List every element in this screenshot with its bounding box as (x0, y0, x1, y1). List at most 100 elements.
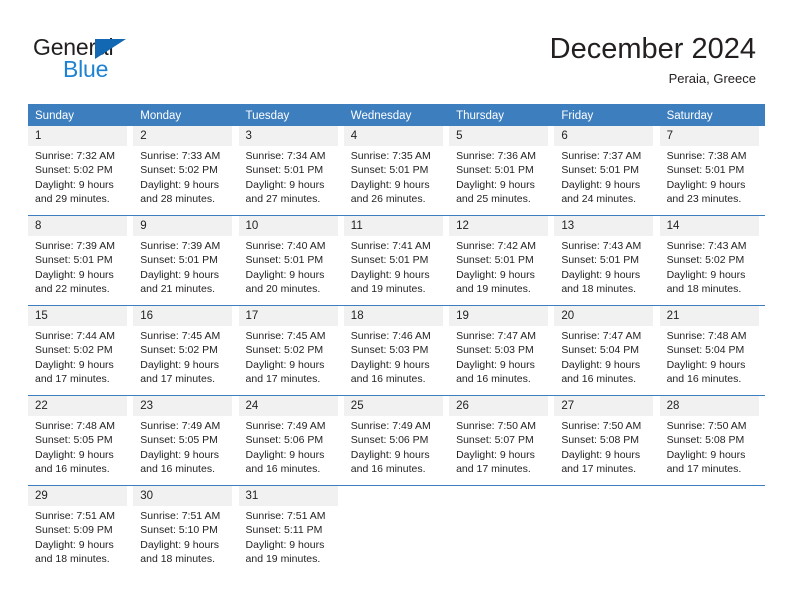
sunrise-time: Sunrise: 7:47 AM (561, 330, 642, 342)
calendar-day-cell[interactable]: 20 Sunrise: 7:47 AM Sunset: 5:04 PM Dayligh… (554, 305, 660, 395)
calendar-day-cell[interactable]: 31 Sunrise: 7:51 AM Sunset: 5:11 PM Dayligh… (238, 485, 344, 575)
calendar-day-cell[interactable]: 8 Sunrise: 7:39 AM Sunset: 5:01 PM Daylight… (28, 215, 134, 305)
day-number: 21 (659, 306, 759, 326)
day-number: 22 (28, 396, 127, 416)
calendar-day-cell[interactable]: 23 Sunrise: 7:49 AM Sunset: 5:05 PM Dayligh… (133, 395, 239, 485)
calendar-day-cell[interactable]: 3 Sunrise: 7:34 AM Sunset: 5:01 PM Daylight… (238, 125, 344, 215)
calendar-day-cell[interactable]: 5 Sunrise: 7:36 AM Sunset: 5:01 PM Daylight… (449, 125, 555, 215)
calendar-day-cell[interactable]: 4 Sunrise: 7:35 AM Sunset: 5:01 PM Daylight… (343, 125, 450, 215)
sunset-time: Sunset: 5:01 PM (35, 254, 113, 267)
calendar-day-cell[interactable]: 24 Sunrise: 7:49 AM Sunset: 5:06 PM Dayligh… (238, 395, 344, 485)
daylight-duration-line2: and 29 minutes. (35, 192, 110, 205)
calendar-day-cell[interactable]: 1 Sunrise: 7:32 AM Sunset: 5:02 PM Daylight… (28, 125, 134, 215)
day-number: 2 (133, 126, 233, 146)
calendar-day-cell[interactable]: 21 Sunrise: 7:48 AM Sunset: 5:04 PM Dayligh… (659, 305, 765, 395)
sunrise-time: Sunrise: 7:46 AM (350, 330, 431, 342)
daylight-duration-line2: and 16 minutes. (350, 462, 426, 475)
day-number: 20 (554, 306, 654, 326)
day-cell-inner: 14 Sunrise: 7:43 AM Sunset: 5:02 PM Dayligh… (659, 216, 759, 296)
day-cell-inner: 3 Sunrise: 7:34 AM Sunset: 5:01 PM Daylight… (238, 126, 338, 206)
day-sun-info: Sunrise: 7:39 AM Sunset: 5:01 PM Daylight:… (133, 236, 232, 296)
calendar-day-cell[interactable]: 19 Sunrise: 7:47 AM Sunset: 5:03 PM Dayligh… (449, 305, 555, 395)
day-cell-inner: 15 Sunrise: 7:44 AM Sunset: 5:02 PM Dayligh… (28, 306, 127, 386)
calendar-week-row: 15 Sunrise: 7:44 AM Sunset: 5:02 PM Dayligh… (28, 305, 765, 395)
calendar-day-cell[interactable]: 2 Sunrise: 7:33 AM Sunset: 5:02 PM Daylight… (133, 125, 239, 215)
calendar-day-cell[interactable]: 9 Sunrise: 7:39 AM Sunset: 5:01 PM Daylight… (133, 215, 239, 305)
calendar-week-row: 8 Sunrise: 7:39 AM Sunset: 5:01 PM Daylight… (28, 215, 765, 305)
daylight-duration-line1: Daylight: 9 hours (561, 448, 641, 461)
day-cell-inner: 5 Sunrise: 7:36 AM Sunset: 5:01 PM Daylight… (449, 126, 549, 206)
day-number: 31 (238, 486, 338, 506)
weekday-header-friday: Friday (554, 104, 660, 125)
daylight-duration-line1: Daylight: 9 hours (456, 178, 535, 191)
calendar-day-cell[interactable]: 16 Sunrise: 7:45 AM Sunset: 5:02 PM Dayligh… (133, 305, 239, 395)
day-sun-info: Sunrise: 7:49 AM Sunset: 5:06 PM Daylight:… (239, 416, 338, 476)
daylight-duration-line2: and 19 minutes. (456, 282, 531, 295)
daylight-duration-line2: and 17 minutes. (666, 462, 742, 475)
day-number: 13 (554, 216, 654, 236)
calendar-day-cell[interactable]: 22 Sunrise: 7:48 AM Sunset: 5:05 PM Dayligh… (28, 395, 134, 485)
day-sun-info: Sunrise: 7:43 AM Sunset: 5:01 PM Daylight:… (554, 236, 653, 296)
calendar-day-cell[interactable]: 28 Sunrise: 7:50 AM Sunset: 5:08 PM Dayligh… (659, 395, 765, 485)
day-cell-inner: 7 Sunrise: 7:38 AM Sunset: 5:01 PM Daylight… (659, 126, 759, 206)
day-sun-info: Sunrise: 7:47 AM Sunset: 5:03 PM Daylight:… (449, 326, 548, 386)
daylight-duration-line2: and 16 minutes. (35, 462, 110, 475)
calendar-day-cell[interactable]: 14 Sunrise: 7:43 AM Sunset: 5:02 PM Dayligh… (659, 215, 765, 305)
sunrise-time: Sunrise: 7:51 AM (140, 510, 221, 522)
daylight-duration-line1: Daylight: 9 hours (35, 448, 114, 461)
general-blue-logo[interactable]: General Blue (33, 34, 213, 86)
daylight-duration-line1: Daylight: 9 hours (456, 448, 535, 461)
sunset-time: Sunset: 5:10 PM (140, 524, 218, 537)
masthead: General Blue December 2024 Peraia, Greec… (0, 0, 792, 100)
sunrise-time: Sunrise: 7:49 AM (140, 420, 221, 432)
sunset-time: Sunset: 5:01 PM (350, 254, 429, 267)
daylight-duration-line2: and 18 minutes. (140, 552, 215, 565)
daylight-duration-line2: and 16 minutes. (666, 372, 742, 385)
calendar-day-cell[interactable]: 29 Sunrise: 7:51 AM Sunset: 5:09 PM Dayligh… (28, 485, 134, 575)
day-number: 17 (238, 306, 338, 326)
daylight-duration-line1: Daylight: 9 hours (245, 178, 325, 191)
sunset-time: Sunset: 5:02 PM (245, 344, 324, 357)
sunrise-time: Sunrise: 7:47 AM (456, 330, 537, 342)
daylight-duration-line1: Daylight: 9 hours (561, 358, 641, 371)
day-sun-info: Sunrise: 7:36 AM Sunset: 5:01 PM Daylight:… (449, 146, 548, 206)
calendar-day-cell[interactable]: 11 Sunrise: 7:41 AM Sunset: 5:01 PM Dayligh… (343, 215, 450, 305)
calendar-day-cell[interactable]: 17 Sunrise: 7:45 AM Sunset: 5:02 PM Dayligh… (238, 305, 344, 395)
calendar-day-cell[interactable]: 7 Sunrise: 7:38 AM Sunset: 5:01 PM Daylight… (659, 125, 765, 215)
day-number: 10 (238, 216, 338, 236)
day-cell-inner: 2 Sunrise: 7:33 AM Sunset: 5:02 PM Daylight… (133, 126, 233, 206)
day-number: 7 (659, 126, 759, 146)
day-number: 15 (28, 306, 127, 326)
day-sun-info: Sunrise: 7:48 AM Sunset: 5:05 PM Daylight:… (28, 416, 127, 476)
daylight-duration-line1: Daylight: 9 hours (666, 178, 746, 191)
calendar-day-cell[interactable]: 15 Sunrise: 7:44 AM Sunset: 5:02 PM Dayligh… (28, 305, 134, 395)
sunrise-time: Sunrise: 7:50 AM (561, 420, 642, 432)
calendar-day-cell[interactable]: 25 Sunrise: 7:49 AM Sunset: 5:06 PM Dayligh… (343, 395, 450, 485)
day-number: 24 (238, 396, 338, 416)
calendar-day-cell[interactable]: 26 Sunrise: 7:50 AM Sunset: 5:07 PM Dayligh… (449, 395, 555, 485)
day-number (554, 486, 653, 506)
day-cell-inner: 13 Sunrise: 7:43 AM Sunset: 5:01 PM Dayligh… (554, 216, 654, 296)
weekday-header-monday: Monday (133, 104, 239, 125)
calendar-day-cell[interactable]: 6 Sunrise: 7:37 AM Sunset: 5:01 PM Daylight… (554, 125, 660, 215)
day-number: 16 (133, 306, 233, 326)
calendar-day-cell[interactable]: 30 Sunrise: 7:51 AM Sunset: 5:10 PM Dayligh… (133, 485, 239, 575)
calendar-day-cell-empty (554, 485, 660, 575)
sunset-time: Sunset: 5:05 PM (140, 434, 218, 447)
daylight-duration-line2: and 18 minutes. (35, 552, 110, 565)
sunset-time: Sunset: 5:04 PM (666, 344, 745, 357)
daylight-duration-line2: and 19 minutes. (350, 282, 426, 295)
logo-text-blue: Blue (63, 56, 109, 82)
day-sun-info: Sunrise: 7:45 AM Sunset: 5:02 PM Daylight:… (133, 326, 232, 386)
day-number: 19 (449, 306, 549, 326)
calendar-day-cell[interactable]: 18 Sunrise: 7:46 AM Sunset: 5:03 PM Dayligh… (343, 305, 450, 395)
calendar-day-cell[interactable]: 10 Sunrise: 7:40 AM Sunset: 5:01 PM Dayligh… (238, 215, 344, 305)
calendar-day-cell[interactable]: 27 Sunrise: 7:50 AM Sunset: 5:08 PM Dayligh… (554, 395, 660, 485)
calendar-day-cell[interactable]: 13 Sunrise: 7:43 AM Sunset: 5:01 PM Dayligh… (554, 215, 660, 305)
daylight-duration-line2: and 23 minutes. (666, 192, 742, 205)
weekday-header-saturday: Saturday (659, 104, 765, 125)
daylight-duration-line2: and 25 minutes. (456, 192, 531, 205)
calendar-day-cell[interactable]: 12 Sunrise: 7:42 AM Sunset: 5:01 PM Dayligh… (449, 215, 555, 305)
daylight-duration-line1: Daylight: 9 hours (456, 358, 535, 371)
sunset-time: Sunset: 5:09 PM (35, 524, 113, 537)
